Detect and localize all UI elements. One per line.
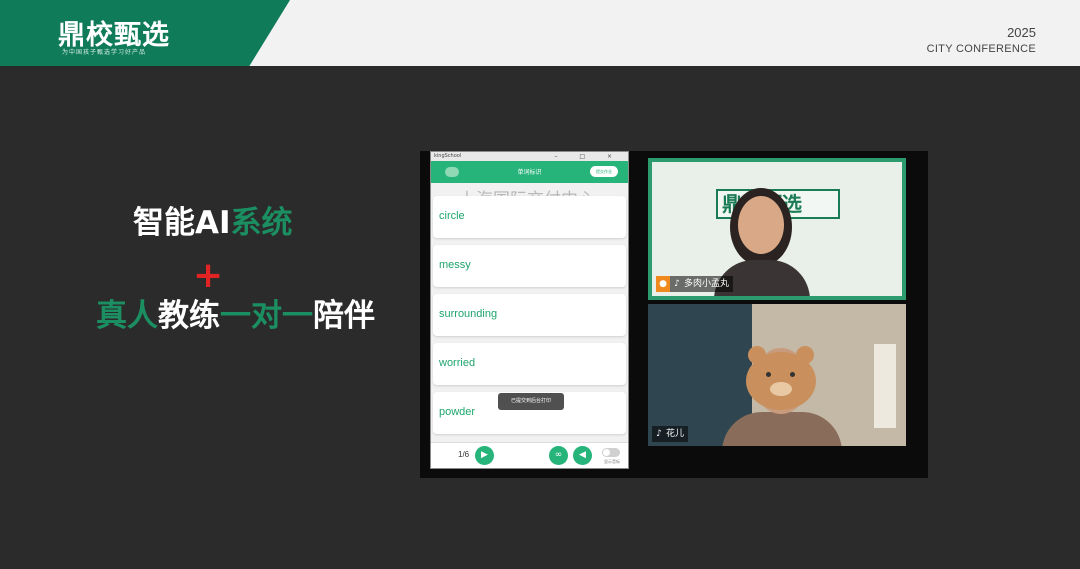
microphone-icon[interactable]: ♪ [652, 426, 666, 442]
participant-name: 花儿 [666, 429, 685, 439]
user-icon: ● [656, 276, 670, 292]
phonetic-toggle[interactable] [602, 448, 620, 457]
slide-header: 鼎校甄选 为中国孩子甄选学习好产品 2025 CITY CONFERENCE [0, 0, 1080, 66]
bear-eye [766, 372, 771, 377]
microphone-icon[interactable]: ♪ [670, 276, 684, 292]
glasses-icon[interactable]: ∞ [549, 446, 568, 465]
word-text: messy [439, 259, 471, 271]
window-controls[interactable]: – □ × [554, 152, 622, 161]
claim-line-1: 智能AI系统 [133, 208, 293, 239]
conference-name: CITY CONFERENCE [926, 43, 1036, 55]
next-page-icon[interactable]: ▶ [475, 446, 494, 465]
word-text: circle [439, 210, 465, 222]
app-window: kingSchool – □ × 单词标识 提交作业 上海国际交付中心 circ… [430, 151, 629, 469]
video-tile-student: ♪ 花儿 [648, 304, 906, 446]
word-text: surrounding [439, 308, 498, 320]
name-label: ♪ 花儿 [652, 426, 689, 442]
word-card[interactable]: worried [433, 343, 626, 385]
claim-system-text: 系统 [230, 205, 293, 241]
speaker-icon[interactable]: ◀ [573, 446, 592, 465]
window-title: kingSchool [434, 153, 462, 159]
claim-one-on-one: 一对一 [220, 298, 313, 334]
coach-face [738, 196, 784, 254]
claim-real-person: 真人 [96, 298, 158, 334]
participant-name: 多肉小孟丸 [684, 279, 730, 289]
conference-year: 2025 [1007, 25, 1036, 40]
bottom-toolbar: 1/6 ▶ ∞ ◀ 显示音标 [431, 442, 628, 468]
claim-ai-text: 智能AI [133, 205, 231, 241]
claim-accompany: 陪伴 [313, 298, 375, 334]
window-titlebar: kingSchool – □ × [431, 152, 628, 161]
page-indicator: 1/6 [458, 450, 470, 459]
name-label: ● ♪ 多肉小孟丸 [656, 276, 734, 292]
word-card[interactable]: surrounding [433, 294, 626, 336]
video-tile-coach: 鼎校甄选 ●♪多肉小孟丸 [648, 158, 906, 300]
wall-scroll [874, 344, 896, 428]
word-text: worried [439, 357, 476, 369]
plus-sign: + [193, 255, 224, 296]
word-card[interactable]: messy [433, 245, 626, 287]
word-card[interactable]: circle [433, 196, 626, 238]
bear-snout [770, 382, 792, 396]
bear-eye [790, 372, 795, 377]
word-text: powder [439, 406, 476, 418]
app-header: 单词标识 提交作业 [431, 161, 628, 183]
brand-tagline: 为中国孩子甄选学习好产品 [62, 49, 147, 56]
claim-line-2: 真人教练一对一陪伴 [96, 301, 375, 332]
submit-button[interactable]: 提交作业 [590, 166, 618, 177]
bear-mask-icon [746, 346, 816, 410]
toast-message: 已提交到后台打印 [498, 393, 564, 410]
claim-coach: 教练 [158, 298, 220, 334]
toggle-label: 显示音标 [604, 459, 620, 464]
